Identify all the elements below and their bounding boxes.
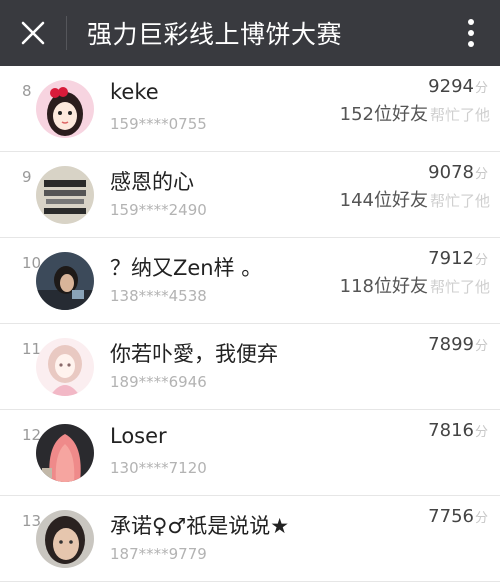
player-name: keke bbox=[110, 80, 159, 104]
score-unit: 分 bbox=[474, 167, 488, 182]
score-unit: 分 bbox=[474, 339, 488, 354]
score-unit: 分 bbox=[474, 253, 488, 268]
more-vertical-icon bbox=[468, 19, 474, 47]
player-phone: 159****0755 bbox=[110, 115, 207, 133]
helpers-count: 144位好友 bbox=[339, 190, 428, 211]
score-unit: 分 bbox=[474, 511, 488, 526]
avatar bbox=[36, 510, 94, 568]
score: 9078分 bbox=[428, 162, 488, 183]
score: 7899分 bbox=[428, 334, 488, 355]
helpers-label: 帮忙了他 bbox=[429, 192, 490, 210]
avatar bbox=[36, 252, 94, 310]
top-bar: 强力巨彩线上博饼大赛 bbox=[0, 0, 500, 66]
avatar bbox=[36, 424, 94, 482]
list-item[interactable]: 10 ？纳又Zen样 。 138****4538 7912分 118位好友 帮忙了… bbox=[0, 238, 500, 324]
list-item[interactable]: 13 承诺♀♂祇是说说★ 187****9779 7756分 bbox=[0, 496, 500, 582]
player-name: 感恩的心 bbox=[110, 170, 194, 194]
player-name: 你若卟愛，我便弃 bbox=[110, 342, 278, 366]
list-item[interactable]: 8 keke 159****0755 9294分 152位好友 帮忙了他 bbox=[0, 66, 500, 152]
close-button[interactable] bbox=[0, 0, 66, 66]
score: 7756分 bbox=[428, 506, 488, 527]
player-phone: 159****2490 bbox=[110, 201, 207, 219]
score-value: 7912 bbox=[428, 248, 474, 269]
helpers-count: 152位好友 bbox=[339, 104, 428, 125]
player-phone: 138****4538 bbox=[110, 287, 207, 305]
avatar bbox=[36, 338, 94, 396]
helpers: 144位好友 帮忙了他 bbox=[340, 186, 490, 212]
player-phone: 189****6946 bbox=[110, 373, 207, 391]
close-icon bbox=[21, 21, 45, 45]
rank-number: 9 bbox=[22, 168, 32, 186]
helpers-label: 帮忙了他 bbox=[429, 278, 490, 296]
more-menu-button[interactable] bbox=[460, 15, 482, 51]
helpers-label: 帮忙了他 bbox=[429, 106, 490, 124]
player-name: ？纳又Zen样 。 bbox=[110, 256, 263, 280]
score: 7816分 bbox=[428, 420, 488, 441]
helpers-count: 118位好友 bbox=[339, 276, 428, 297]
avatar bbox=[36, 80, 94, 138]
score-unit: 分 bbox=[474, 425, 488, 440]
player-name: 承诺♀♂祇是说说★ bbox=[110, 514, 290, 538]
score: 7912分 bbox=[428, 248, 488, 269]
helpers: 118位好友 帮忙了他 bbox=[340, 272, 490, 298]
score-value: 7816 bbox=[428, 420, 474, 441]
helpers: 152位好友 帮忙了他 bbox=[340, 100, 490, 126]
player-phone: 187****9779 bbox=[110, 545, 207, 563]
player-name: Loser bbox=[110, 424, 167, 448]
score-value: 7899 bbox=[428, 334, 474, 355]
score-value: 9078 bbox=[428, 162, 474, 183]
leaderboard-list: 8 keke 159****0755 9294分 152位好友 帮忙了他 9 感… bbox=[0, 66, 500, 582]
avatar bbox=[36, 166, 94, 224]
list-item[interactable]: 9 感恩的心 159****2490 9078分 144位好友 帮忙了他 bbox=[0, 152, 500, 238]
list-item[interactable]: 11 你若卟愛，我便弃 189****6946 7899分 bbox=[0, 324, 500, 410]
score-value: 9294 bbox=[428, 76, 474, 97]
score-value: 7756 bbox=[428, 506, 474, 527]
page-title: 强力巨彩线上博饼大赛 bbox=[87, 20, 343, 49]
rank-number: 8 bbox=[22, 82, 32, 100]
list-item[interactable]: 12 Loser 130****7120 7816分 bbox=[0, 410, 500, 496]
player-phone: 130****7120 bbox=[110, 459, 207, 477]
score-unit: 分 bbox=[474, 81, 488, 96]
header-divider bbox=[66, 16, 67, 50]
score: 9294分 bbox=[428, 76, 488, 97]
